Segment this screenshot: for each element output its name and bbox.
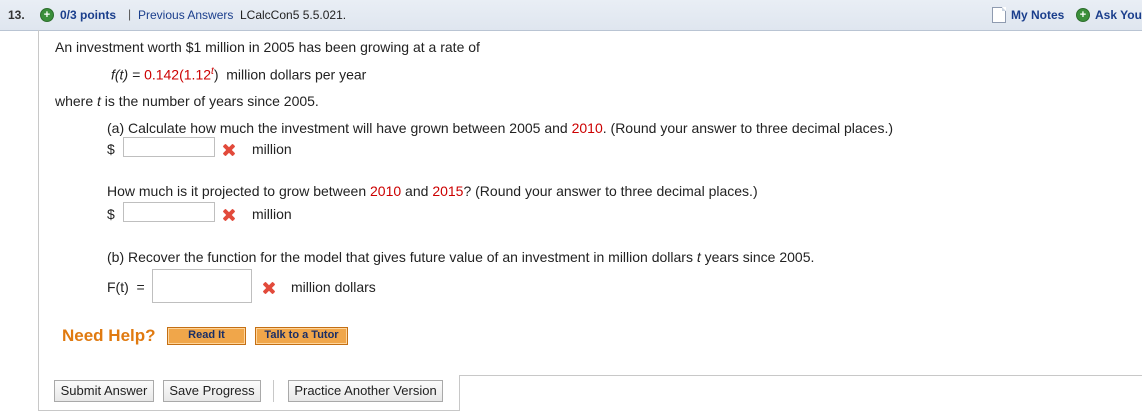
expand-plus-icon[interactable]: + (40, 8, 54, 22)
question-content: An investment worth $1 million in 2005 h… (0, 30, 1142, 416)
question-number: 13. (8, 8, 25, 22)
question-page: 13. + 0/3 points | Previous Answers LCal… (0, 0, 1142, 416)
ask-plus-icon[interactable]: + (1076, 8, 1090, 22)
formula-suffix: million dollars per year (218, 66, 367, 83)
frame-border (459, 375, 1142, 376)
currency-symbol: $ (107, 206, 115, 222)
part-a-question: (a) Calculate how much the investment wi… (107, 120, 893, 136)
formula-coefficient: 0.142 (144, 66, 180, 83)
practice-another-version-button[interactable]: Practice Another Version (288, 380, 443, 402)
part-b-question: (b) Recover the function for the model t… (107, 249, 814, 265)
problem-code: LCalcCon5 5.5.021. (240, 8, 347, 22)
frame-border (38, 410, 459, 411)
previous-answers-link[interactable]: Previous Answers (138, 8, 233, 22)
frame-border (459, 375, 460, 411)
incorrect-x-icon (223, 144, 235, 156)
unit-label: million dollars (291, 279, 376, 295)
talk-to-tutor-button[interactable]: Talk to a Tutor (255, 327, 348, 345)
question-header: 13. + 0/3 points | Previous Answers LCal… (0, 0, 1142, 31)
part-a-suffix: . (Round your answer to three decimal pl… (602, 120, 893, 136)
followup-prefix: How much is it projected to grow between (107, 183, 371, 199)
problem-intro: An investment worth $1 million in 2005 h… (55, 39, 480, 55)
part-a-followup-question: How much is it projected to grow between… (107, 183, 758, 199)
currency-symbol: $ (107, 141, 115, 157)
part-a-year: 2010 (571, 120, 603, 136)
part-b-suffix: years since 2005. (700, 249, 815, 265)
part-a-prefix: (a) Calculate how much the investment wi… (107, 120, 572, 136)
header-separator: | (128, 7, 132, 21)
my-notes-link[interactable]: My Notes (1011, 8, 1064, 22)
formula-lhs: f(t) = (111, 66, 145, 83)
answer-input-a1[interactable] (123, 137, 215, 157)
need-help-label: Need Help? (62, 326, 156, 345)
points-score: 0/3 points (60, 8, 117, 22)
where-prefix: where (55, 93, 98, 109)
frame-border (38, 30, 39, 410)
part-b-prefix: (b) Recover the function for the model t… (107, 249, 697, 265)
rate-formula: f(t) = 0.142(1.12t) million dollars per … (111, 66, 366, 83)
incorrect-x-icon (223, 209, 235, 221)
unit-label: million (252, 141, 292, 157)
answer-input-b[interactable] (152, 269, 252, 303)
ask-your-teacher-link[interactable]: Ask Your Teacher (1095, 8, 1142, 22)
where-suffix: is the number of years since 2005. (100, 93, 319, 109)
followup-and: and (401, 183, 433, 199)
notes-icon[interactable] (992, 7, 1006, 23)
followup-year-end: 2015 (432, 183, 464, 199)
button-divider (273, 380, 274, 402)
followup-year-start: 2010 (370, 183, 402, 199)
incorrect-x-icon (263, 282, 275, 294)
function-label: F(t) = (107, 279, 145, 295)
read-it-button[interactable]: Read It (167, 327, 246, 345)
formula-base: (1.12 (179, 66, 212, 83)
followup-suffix: ? (Round your answer to three decimal pl… (463, 183, 758, 199)
answer-input-a2[interactable] (123, 202, 215, 222)
variable-definition: where t is the number of years since 200… (55, 93, 319, 109)
unit-label: million (252, 206, 292, 222)
submit-answer-button[interactable]: Submit Answer (54, 380, 154, 402)
save-progress-button[interactable]: Save Progress (163, 380, 261, 402)
